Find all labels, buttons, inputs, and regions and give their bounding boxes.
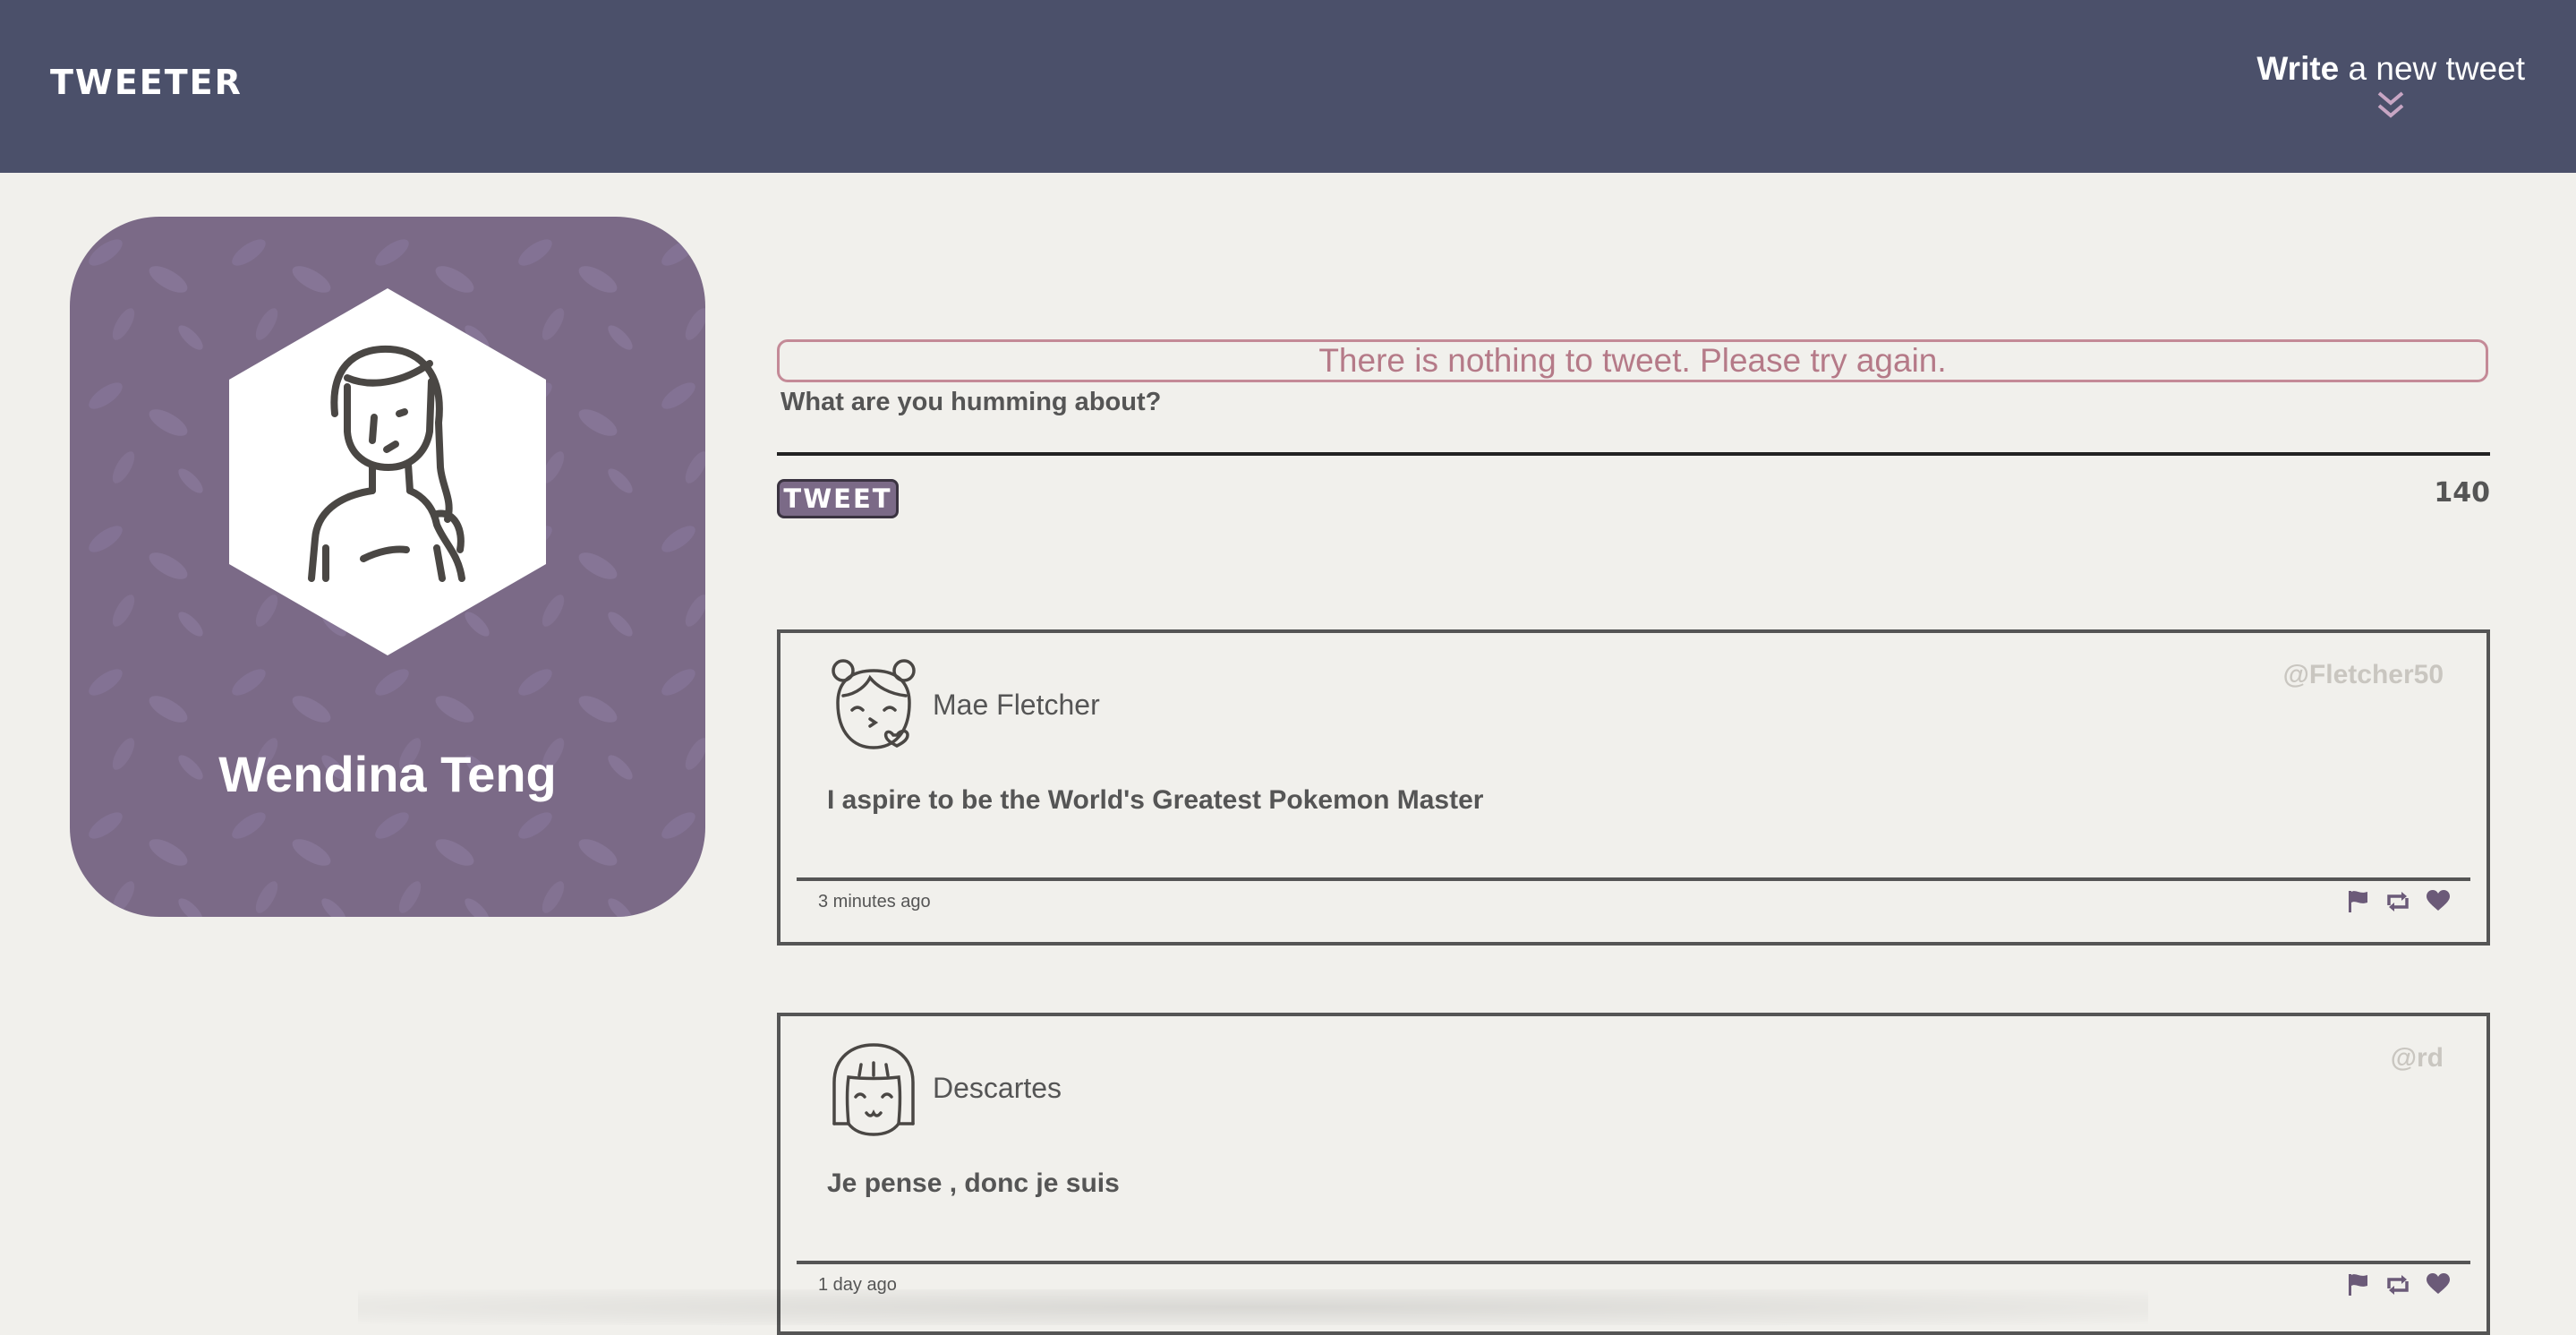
top-nav: TWEETER Write a new tweet: [0, 0, 2576, 173]
double-chevron-down-icon: [2377, 91, 2404, 118]
retweet-icon[interactable]: [2384, 1272, 2411, 1302]
tweet-input-label: What are you humming about?: [780, 388, 1162, 416]
tweet-author-handle: @Fletcher50: [2282, 660, 2444, 689]
heart-icon[interactable]: [2426, 889, 2451, 919]
tweet-author-handle: @rd: [2390, 1043, 2444, 1073]
flag-icon[interactable]: [2347, 1272, 2370, 1302]
tweet-content: I aspire to be the World's Greatest Poke…: [827, 785, 1484, 815]
girl-kiss-avatar-icon: [832, 659, 916, 749]
tweet-card: Descartes @rd Je pense , donc je suis 1 …: [777, 1013, 2490, 1335]
girl-bangs-avatar-icon: [832, 1043, 915, 1136]
profile-card: Wendina Teng: [70, 217, 705, 917]
tweet-timestamp: 3 minutes ago: [818, 892, 931, 911]
brand-logo[interactable]: TWEETER: [50, 63, 243, 102]
tweet-input-underline: [777, 452, 2490, 456]
tweet-actions: [2347, 1272, 2451, 1302]
tweet-submit-button[interactable]: TWEET: [777, 479, 899, 518]
tweet-footer-divider: [797, 877, 2470, 881]
tweet-actions: [2347, 889, 2451, 919]
bottom-shadow: [358, 1289, 2148, 1325]
profile-avatar: [229, 288, 546, 655]
flag-icon[interactable]: [2347, 889, 2370, 919]
tweet-author-name: Mae Fletcher: [933, 689, 1100, 721]
retweet-icon[interactable]: [2384, 889, 2411, 919]
heart-icon[interactable]: [2426, 1272, 2451, 1302]
tweet-card: Mae Fletcher @Fletcher50 I aspire to be …: [777, 629, 2490, 946]
error-message: There is nothing to tweet. Please try ag…: [777, 339, 2488, 382]
tweet-textarea[interactable]: [777, 421, 2490, 451]
tweet-author-name: Descartes: [933, 1072, 1062, 1104]
tweet-footer-divider: [797, 1261, 2470, 1264]
write-tweet-toggle[interactable]: Write a new tweet: [2256, 50, 2525, 120]
character-counter: 140: [2434, 477, 2490, 509]
profile-name: Wendina Teng: [218, 746, 557, 802]
tweet-content: Je pense , donc je suis: [827, 1168, 1120, 1198]
write-tweet-label: Write a new tweet: [2256, 50, 2525, 87]
